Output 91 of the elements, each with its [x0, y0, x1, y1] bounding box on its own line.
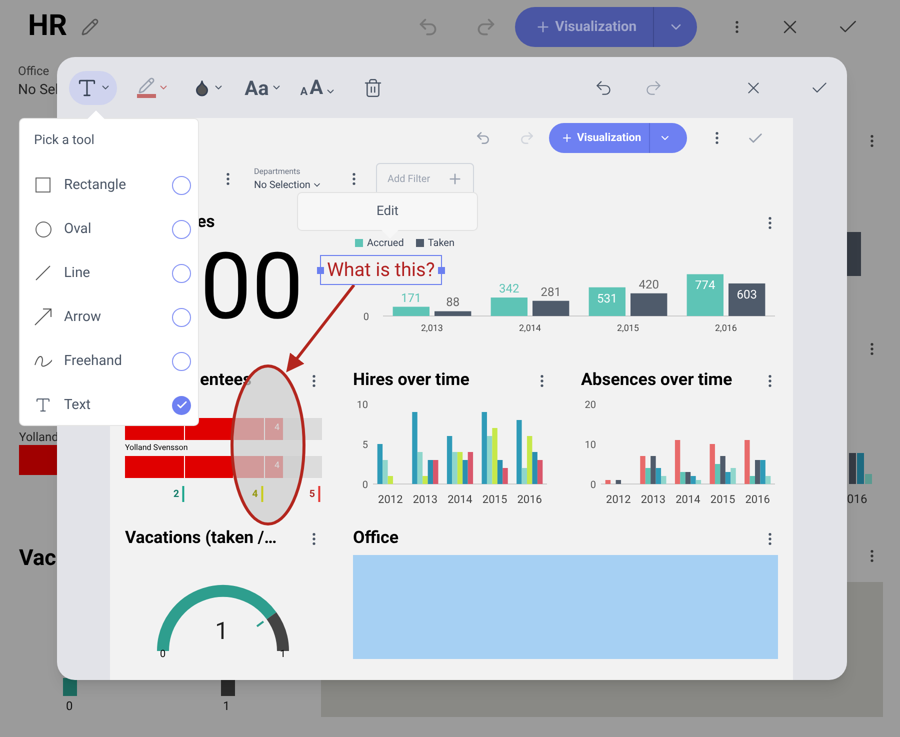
- radio-button[interactable]: [172, 264, 191, 282]
- radio-button[interactable]: [172, 176, 191, 194]
- axis-category-label: 2012: [378, 493, 403, 506]
- target-label: 5: [309, 488, 316, 502]
- axis-category-label: 016: [847, 491, 868, 508]
- legend-item: Taken: [416, 236, 454, 250]
- line-icon: [35, 265, 51, 281]
- axis-category-label: 2014: [676, 493, 700, 506]
- axis-category-label: 2015: [482, 493, 508, 506]
- data-label: 603: [736, 287, 757, 302]
- bar: [630, 293, 668, 316]
- menu-title: Pick a tool: [34, 132, 94, 150]
- axis-tick-label: 0: [590, 480, 596, 491]
- font-button[interactable]: Aa: [244, 70, 282, 104]
- axis-category-label: 2,015: [617, 324, 639, 334]
- axis-tick-label: 0: [362, 480, 368, 491]
- radio-button[interactable]: [172, 220, 191, 238]
- pencil-icon: [137, 77, 156, 98]
- row-label: Yolland Svensson: [125, 442, 189, 454]
- gauge-max-label: 1: [280, 649, 286, 661]
- widget-title: Vac: [19, 545, 56, 573]
- edit-icon[interactable]: [81, 18, 100, 36]
- check-icon: [176, 399, 188, 411]
- radio-button[interactable]: [172, 396, 191, 414]
- bar: [686, 274, 724, 316]
- filter-label: Office: [18, 63, 50, 80]
- gauge-max-label: 1: [223, 698, 230, 715]
- target-label: 4: [252, 488, 258, 502]
- gauge-value: 1: [215, 619, 228, 643]
- arrow-icon: [34, 308, 52, 326]
- axis-category-label: 2,014: [519, 324, 541, 334]
- bar: [532, 300, 570, 316]
- text-tool-button[interactable]: [69, 70, 118, 104]
- bar-value: 4: [274, 460, 280, 474]
- radio-button[interactable]: [172, 308, 191, 326]
- text-annotation[interactable]: What is this?: [320, 255, 442, 285]
- data-label: 88: [446, 295, 460, 310]
- axis-category-label: 2012: [606, 493, 631, 506]
- bar-value: 4: [274, 422, 280, 436]
- bar: [605, 480, 611, 484]
- axis-tick-label: 10: [584, 440, 596, 451]
- plus-icon: [561, 132, 573, 144]
- data-label: 531: [597, 291, 618, 306]
- bar: [490, 298, 528, 316]
- tool-menu-item[interactable]: Arrow: [20, 295, 198, 339]
- axis-category-label: 2013: [412, 493, 438, 506]
- data-label: 342: [499, 282, 520, 296]
- bar: [392, 306, 430, 316]
- axis-category-label: 2016: [517, 493, 542, 506]
- bar: [728, 283, 766, 316]
- axis-tick-label: 10: [356, 400, 368, 411]
- axis-tick-label: 5: [362, 440, 368, 451]
- filter-label: Departments: [254, 166, 302, 178]
- filter-dropdown[interactable]: No Selection: [254, 178, 322, 192]
- row-label: Yolland: [19, 429, 58, 446]
- bar: [434, 311, 472, 316]
- bar: [588, 287, 626, 316]
- data-label: 281: [540, 284, 561, 299]
- page-title: HR: [28, 8, 68, 46]
- tool-menu-item[interactable]: Rectangle: [20, 163, 198, 207]
- rectangle-icon: [35, 177, 51, 193]
- axis-category-label: 2,016: [715, 324, 737, 334]
- data-label: 420: [638, 277, 659, 292]
- tool-menu-item[interactable]: Freehand: [20, 339, 198, 383]
- bar: [616, 480, 621, 484]
- axis-tick-label: 0: [363, 312, 369, 323]
- axis-category-label: 2015: [710, 493, 736, 506]
- axis-category-label: 2013: [640, 493, 666, 506]
- bar: [19, 445, 59, 475]
- kpi-value: 00: [200, 242, 304, 334]
- tool-menu-item[interactable]: Oval: [20, 207, 198, 251]
- axis-category-label: 2,013: [421, 324, 443, 334]
- data-label: 171: [401, 290, 422, 305]
- axis-category-label: 2016: [745, 493, 770, 506]
- gauge-min-label: 0: [66, 698, 73, 715]
- edit-menu-item[interactable]: Edit: [376, 202, 398, 222]
- target-label: 2: [173, 488, 180, 502]
- bar: [847, 232, 861, 276]
- axis-category-label: 2014: [448, 493, 472, 506]
- data-label: 774: [695, 278, 716, 292]
- gauge-min-label: 0: [160, 649, 166, 661]
- tool-menu-item[interactable]: Line: [20, 251, 198, 295]
- radio-button[interactable]: [172, 352, 191, 370]
- squiggle-icon: [34, 354, 52, 368]
- legend-item: Accrued: [355, 236, 404, 250]
- circle-icon: [34, 220, 52, 238]
- trash-icon: [363, 78, 384, 98]
- tool-menu-item[interactable]: Text: [20, 383, 198, 427]
- axis-tick-label: 20: [584, 400, 596, 411]
- gauge-arc: [63, 678, 77, 696]
- font-size-button[interactable]: AA: [299, 70, 338, 104]
